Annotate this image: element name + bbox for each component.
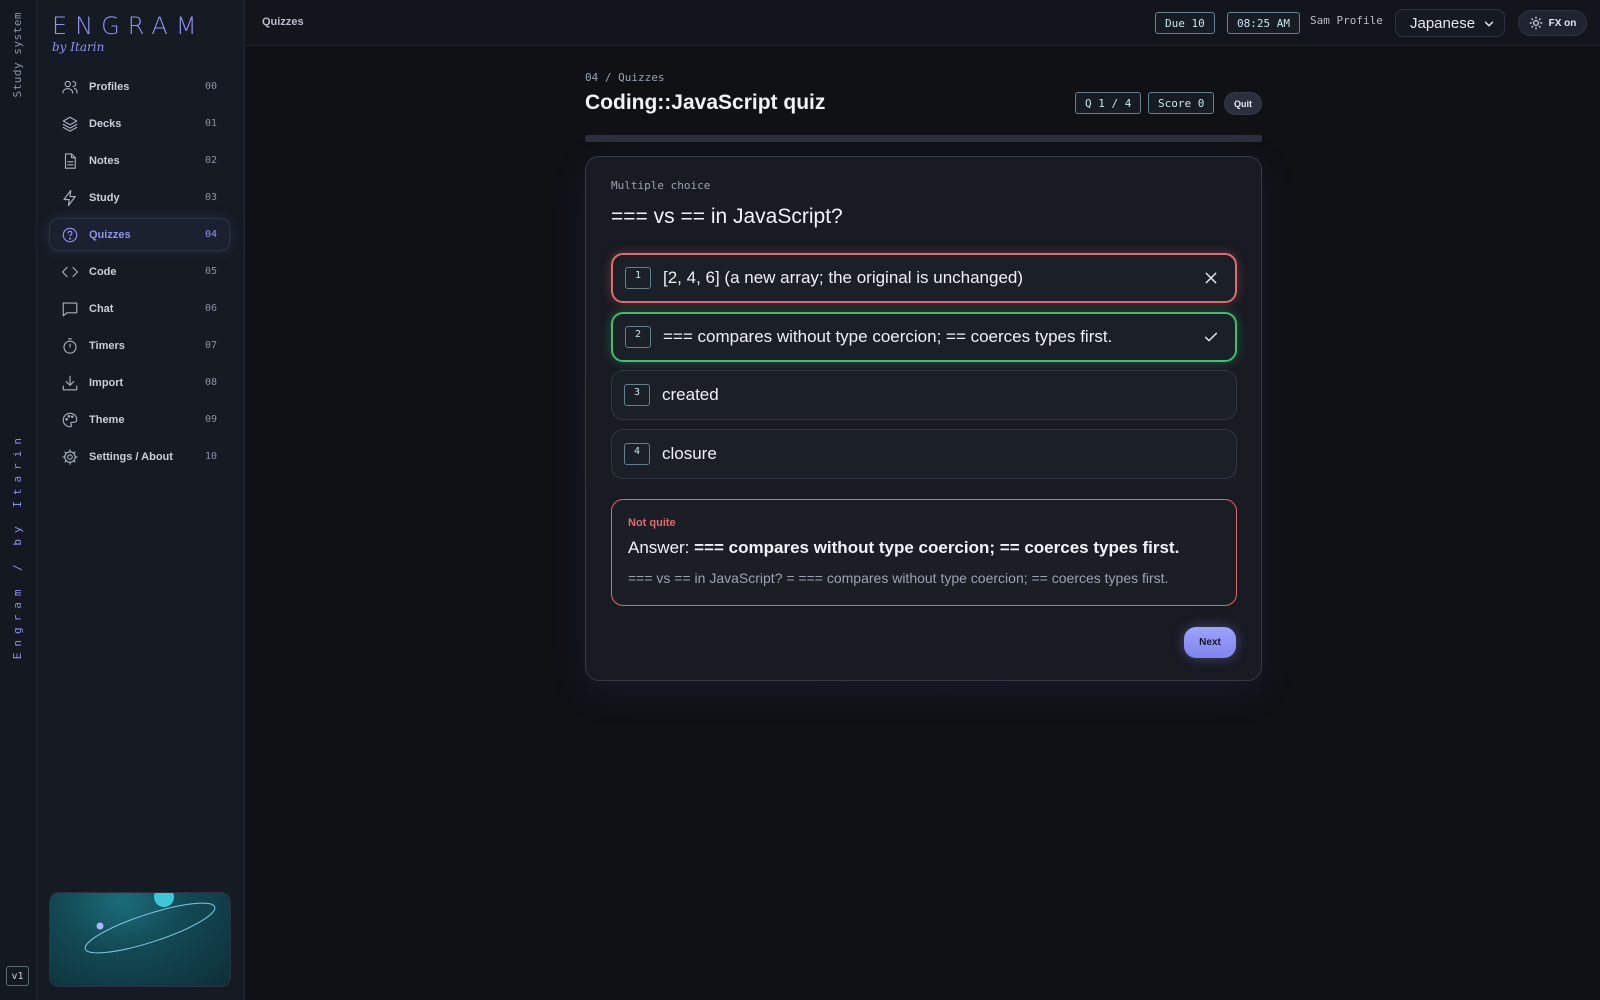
profile-name[interactable]: Sam Profile <box>1310 14 1383 27</box>
sidebar-item-label: Chat <box>89 302 114 315</box>
sidebar-item-decks[interactable]: Decks 01 <box>49 107 230 140</box>
sidebar-item-notes[interactable]: Notes 02 <box>49 144 230 177</box>
sidebar-item-number: 02 <box>204 155 217 166</box>
version-badge: v1 <box>6 966 29 986</box>
option-text: closure <box>662 444 717 463</box>
language-select-value: Japanese <box>1410 14 1476 32</box>
palette-icon <box>61 411 79 429</box>
sidebar-item-label: Study <box>89 191 120 204</box>
sun-icon <box>1529 16 1543 30</box>
feedback-explanation: === vs == in JavaScript? = === compares … <box>628 570 1169 586</box>
answer-option-4[interactable]: 4 closure <box>611 429 1237 479</box>
next-button[interactable]: Next <box>1184 627 1236 658</box>
gear-icon <box>61 448 79 466</box>
topbar: Quizzes Due 10 08:25 AM Sam Profile Japa… <box>245 0 1600 46</box>
sidebar-item-label: Code <box>89 265 117 278</box>
option-key: 4 <box>624 443 650 465</box>
sidebar-item-number: 04 <box>204 229 217 240</box>
sidebar-item-label: Timers <box>89 339 125 352</box>
timer-icon <box>61 337 79 355</box>
due-badge: Due 10 <box>1155 12 1215 34</box>
sidebar-item-number: 09 <box>204 414 217 425</box>
feedback-title: Not quite <box>628 517 676 529</box>
orbit-illustration <box>49 892 231 987</box>
fx-toggle-button[interactable]: FX on <box>1518 10 1587 36</box>
sidebar-item-chat[interactable]: Chat 06 <box>49 292 230 325</box>
download-icon <box>61 374 79 392</box>
sidebar-item-profiles[interactable]: Profiles 00 <box>49 70 230 103</box>
breadcrumb: Quizzes <box>262 16 304 28</box>
sidebar-nav: Profiles 00 Decks 01 Notes 02 Study 03 Q… <box>49 70 230 477</box>
layers-icon <box>61 115 79 133</box>
answer-option-2[interactable]: 2 === compares without type coercion; ==… <box>611 312 1237 362</box>
sidebar-item-label: Notes <box>89 154 120 167</box>
question-counter-badge: Q 1 / 4 <box>1075 92 1142 114</box>
file-icon <box>61 152 79 170</box>
question-text: === vs == in JavaScript? <box>611 205 843 228</box>
sidebar-item-label: Quizzes <box>89 228 131 241</box>
option-text: [2, 4, 6] (a new array; the original is … <box>663 268 1024 287</box>
x-icon <box>1205 272 1217 284</box>
page-title: Coding::JavaScript quiz <box>585 91 826 114</box>
sidebar-item-label: Import <box>89 376 124 389</box>
sidebar-item-code[interactable]: Code 05 <box>49 255 230 288</box>
option-key: 3 <box>624 384 650 406</box>
users-icon <box>61 78 79 96</box>
sidebar-item-import[interactable]: Import 08 <box>49 366 230 399</box>
language-select[interactable]: Japanese <box>1395 9 1505 37</box>
option-text: created <box>662 385 719 404</box>
sidebar-item-label: Theme <box>89 413 125 426</box>
sidebar-item-settings[interactable]: Settings / About 10 <box>49 440 230 473</box>
rail-top-label: Study system <box>11 12 24 98</box>
left-rail: Study system Engram / by Itarin v1 <box>0 0 37 1000</box>
sidebar-item-label: Decks <box>89 117 122 130</box>
check-icon <box>1204 332 1218 342</box>
option-text: === compares without type coercion; == c… <box>663 327 1113 346</box>
feedback-panel: Not quite Answer: === compares without t… <box>611 499 1237 606</box>
question-card: Multiple choice === vs == in JavaScript?… <box>585 156 1262 681</box>
bolt-icon <box>61 189 79 207</box>
score-badge: Score 0 <box>1148 92 1215 114</box>
quit-button[interactable]: Quit <box>1224 92 1262 115</box>
sidebar-item-number: 06 <box>204 303 217 314</box>
sidebar-item-number: 01 <box>204 118 217 129</box>
answer-option-1[interactable]: 1 [2, 4, 6] (a new array; the original i… <box>611 253 1237 303</box>
sidebar-item-study[interactable]: Study 03 <box>49 181 230 214</box>
sidebar-item-number: 05 <box>204 266 217 277</box>
sidebar-item-number: 03 <box>204 192 217 203</box>
feedback-answer: Answer: === compares without type coerci… <box>628 538 1179 558</box>
chat-icon <box>61 300 79 318</box>
brand-logo: ENGRAM <box>52 12 205 40</box>
answer-option-3[interactable]: 3 created <box>611 370 1237 420</box>
chevron-down-icon <box>1484 21 1494 27</box>
rail-vertical-label: Engram / by Itarin <box>11 432 24 660</box>
sidebar-item-number: 00 <box>204 81 217 92</box>
quiz-progress-bar <box>585 135 1262 142</box>
sidebar: ENGRAM by Itarin Profiles 00 Decks 01 No… <box>37 0 245 1000</box>
question-type: Multiple choice <box>611 179 711 192</box>
feedback-answer-text: === compares without type coercion; == c… <box>694 538 1180 557</box>
sidebar-item-number: 08 <box>204 377 217 388</box>
page-path: 04 / Quizzes <box>585 71 665 84</box>
sidebar-item-theme[interactable]: Theme 09 <box>49 403 230 436</box>
sidebar-item-quizzes[interactable]: Quizzes 04 <box>49 218 230 251</box>
help-circle-icon <box>61 226 79 244</box>
brand-byline: by Itarin <box>52 40 105 54</box>
option-key: 2 <box>625 326 651 348</box>
sidebar-item-number: 07 <box>204 340 217 351</box>
fx-toggle-label: FX on <box>1548 17 1577 29</box>
sidebar-item-timers[interactable]: Timers 07 <box>49 329 230 362</box>
sidebar-item-number: 10 <box>204 451 217 462</box>
code-icon <box>61 263 79 281</box>
sidebar-item-label: Settings / About <box>89 450 173 463</box>
option-key: 1 <box>625 267 651 289</box>
clock-badge: 08:25 AM <box>1227 12 1300 34</box>
feedback-answer-prefix: Answer: <box>628 538 690 557</box>
sidebar-item-label: Profiles <box>89 80 130 93</box>
